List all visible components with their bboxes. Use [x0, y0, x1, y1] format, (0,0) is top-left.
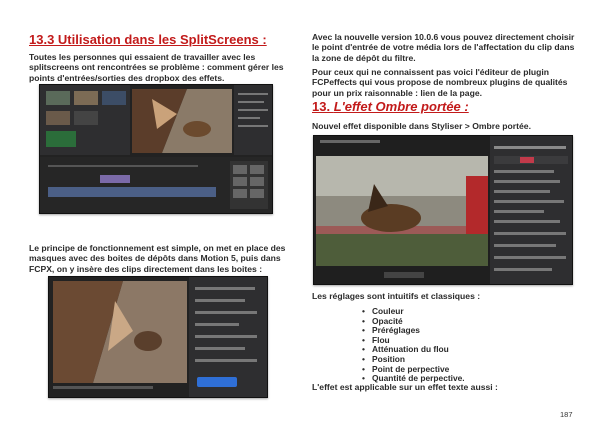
apply-button[interactable] [197, 377, 237, 387]
section-heading-drop-shadow: 13. L'effet Ombre portée : [312, 99, 469, 114]
heading-title: L'effet Ombre portée : [333, 99, 469, 114]
viewer [132, 89, 232, 153]
shadow-inspector [490, 136, 572, 284]
new-effect-paragraph: Nouvel effet disponible dans Styliser > … [312, 121, 531, 131]
clip-thumbnail [74, 111, 98, 125]
inspector-panel [234, 85, 272, 155]
event-browser [40, 85, 130, 155]
intro-paragraph: Toutes les personnes qui essaient de tra… [29, 52, 284, 83]
settings-list: Couleur Opacité Préréglages Flou Atténua… [362, 306, 465, 384]
dropzone-preview [53, 281, 187, 383]
splitscreen-preview [132, 89, 232, 153]
playback-controls[interactable] [384, 272, 424, 278]
screenshot-fcpx-splitscreen [39, 84, 273, 214]
clip-thumbnail [74, 91, 98, 105]
clip-thumbnail [102, 91, 126, 105]
section-heading-splitscreens: 13.3 Utilisation dans les SplitScreens : [29, 32, 267, 47]
settings-intro: Les réglages sont intuitifs et classique… [312, 291, 481, 301]
screenshot-drop-shadow [313, 135, 573, 285]
plugin-paragraph: Pour ceux qui ne connaissent pas voici l… [312, 67, 568, 98]
drop-zone-inspector [189, 277, 267, 397]
clip-thumbnail [46, 111, 70, 125]
green-clip [46, 131, 76, 147]
heading-number: 13. [312, 99, 334, 114]
principle-paragraph: Le principe de fonctionnement est simple… [29, 243, 286, 274]
title-clip [100, 175, 130, 183]
version-paragraph: Avec la nouvelle version 10.0.6 vous pou… [312, 32, 575, 63]
drop-zone-viewer [53, 281, 187, 383]
effects-browser [230, 161, 268, 209]
dog-preview [316, 156, 488, 266]
clip-thumbnail [46, 91, 70, 105]
shadow-viewer [314, 136, 490, 284]
timeline [40, 157, 272, 213]
closing-paragraph: L'effet est applicable sur un effet text… [312, 382, 498, 392]
timeline-clips [48, 187, 216, 197]
page-number: 187 [560, 410, 573, 419]
color-swatch[interactable] [520, 157, 534, 163]
screenshot-drop-zones [48, 276, 268, 398]
